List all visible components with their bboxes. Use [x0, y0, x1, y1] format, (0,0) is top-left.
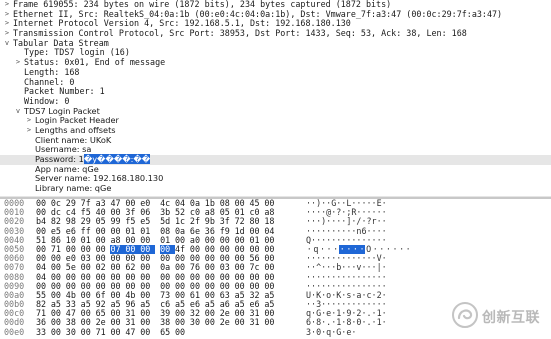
tree-row-text: Client name: UKoK [35, 134, 112, 145]
hex-byte[interactable]: 30 [190, 318, 205, 327]
packet-details-pane[interactable]: > Frame 619055: 234 bytes on wire (1872 b… [0, 0, 551, 196]
hex-byte[interactable]: 65 [160, 327, 175, 337]
tree-row-text: Status: 0x01, End of message [24, 57, 166, 68]
tree-row-text: App name: qGe [35, 163, 99, 174]
expand-arrow-icon[interactable]: v [3, 39, 11, 49]
tree-row[interactable]: Library name: qGe [0, 183, 551, 194]
hex-byte[interactable]: 00 [140, 327, 155, 337]
hex-ascii-char: · [405, 243, 411, 254]
watermark-text: 创新互联 [482, 310, 540, 326]
tree-row-text: Length: 168 [24, 66, 80, 77]
tree-row-text: Packet Number: 1 [24, 86, 105, 97]
hex-byte[interactable]: 00 [81, 327, 96, 337]
tree-row-text: Type: TDS7 login (16) [24, 47, 130, 58]
hex-byte[interactable]: 47 [125, 327, 140, 337]
hex-byte[interactable]: 00 [205, 318, 220, 327]
hex-bytes[interactable]: 33 00 30 00 71 00 47 00 65 00 [36, 327, 190, 337]
tree-row-text: Frame 619055: 234 bytes on wire (1872 bi… [13, 0, 392, 9]
tree-row-text: Username: sa [35, 144, 92, 155]
hex-offset: 00e0 [4, 326, 25, 337]
collapse-arrow-icon[interactable]: > [3, 10, 11, 20]
collapse-arrow-icon[interactable]: > [25, 116, 33, 126]
hex-byte[interactable]: 71 [96, 327, 111, 337]
tree-row-text: Window: 0 [24, 95, 70, 106]
collapse-arrow-icon[interactable]: > [3, 29, 11, 39]
tree-row-text: Internet Protocol Version 4, Src: 192.16… [13, 18, 351, 29]
collapse-arrow-icon[interactable]: > [3, 19, 11, 29]
swirl-logo-icon [452, 302, 478, 328]
tree-row-text: Password: 1 [35, 154, 84, 164]
tree-row[interactable]: Packet Number: 1 [0, 86, 551, 97]
hex-ascii[interactable]: 3·0·q·G·e· [306, 327, 356, 337]
expand-arrow-icon[interactable]: v [14, 107, 22, 117]
hex-byte[interactable]: 00 [235, 318, 250, 327]
tree-row-text: Library name: qGe [35, 183, 112, 194]
hex-byte[interactable]: 2e [220, 318, 235, 327]
tree-row-text: Lengths and offsets [35, 124, 116, 135]
watermark: 创新互联 [452, 300, 548, 330]
hex-ascii-char: · [392, 243, 398, 254]
tree-row-text: Server name: 192.168.180.130 [35, 173, 164, 184]
tree-row[interactable]: Length: 168 [0, 66, 551, 78]
tree-row-text: Ethernet II, Src: RealtekS_04:0a:1b (00:… [13, 8, 503, 19]
hex-ascii-char: · [399, 243, 405, 254]
collapse-arrow-icon[interactable]: > [3, 0, 11, 10]
collapse-arrow-icon[interactable]: > [14, 58, 22, 68]
tree-row[interactable]: > Status: 0x01, End of message [0, 57, 551, 68]
collapse-arrow-icon[interactable]: > [25, 126, 33, 136]
hex-byte[interactable]: 00 [51, 327, 66, 337]
tree-row-text: Login Packet Header [35, 115, 119, 126]
hex-byte[interactable]: 31 [249, 318, 264, 327]
hex-byte[interactable]: 30 [66, 327, 81, 337]
tree-row-text: Transmission Control Protocol, Src Port:… [13, 28, 467, 39]
hex-byte[interactable]: 00 [175, 327, 190, 337]
hex-byte[interactable]: 00 [110, 327, 125, 337]
password-highlight: �y����:�� [83, 154, 151, 164]
tree-row-text: Tabular Data Stream [13, 37, 109, 48]
hex-byte[interactable]: 00 [264, 318, 279, 327]
hex-byte[interactable]: 33 [36, 327, 51, 337]
tree-row-text: TDS7 Login Packet [24, 105, 100, 116]
tree-row-text: Channel: 0 [24, 76, 75, 87]
tree-row-label: Library name: qGe [35, 183, 112, 194]
